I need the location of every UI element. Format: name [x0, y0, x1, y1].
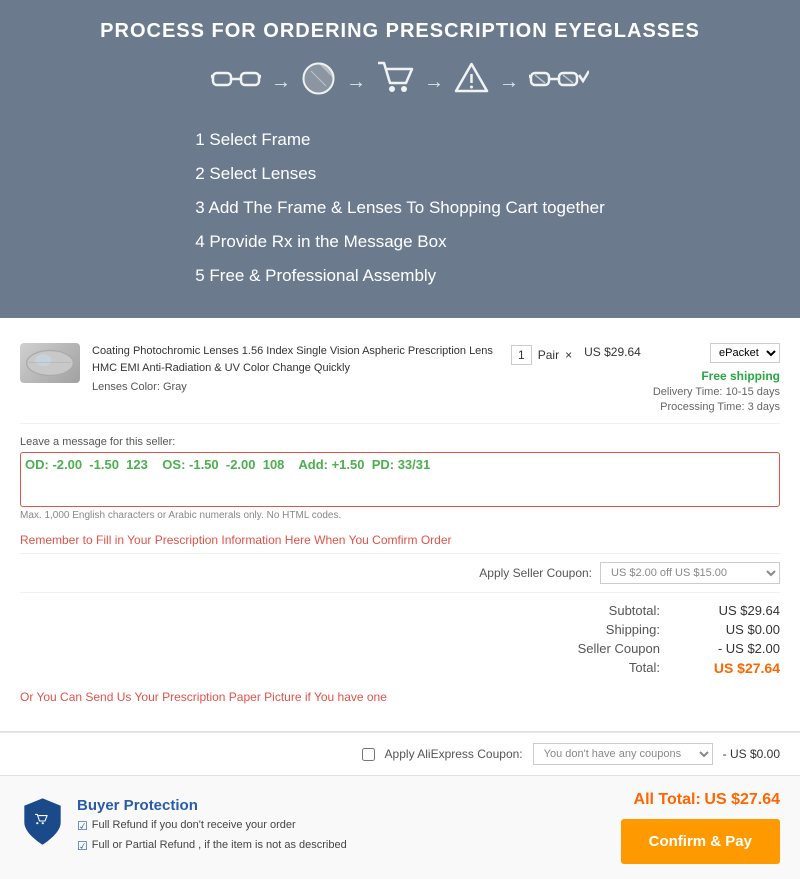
- shipping-value: US $0.00: [700, 622, 780, 637]
- arrow-4: →: [499, 71, 519, 94]
- total-row: Total: US $27.64: [20, 658, 780, 678]
- seller-coupon-label: Seller Coupon: [578, 641, 660, 656]
- coupon-row: Apply Seller Coupon: US $2.00 off US $15…: [20, 553, 780, 592]
- quantity-value: 1: [511, 345, 532, 365]
- ali-coupon-select[interactable]: You don't have any coupons: [533, 743, 713, 765]
- alt-send-text: Or You Can Send Us Your Prescription Pap…: [20, 690, 780, 704]
- warning-reminder: Remember to Fill in Your Prescription In…: [20, 533, 780, 547]
- arrow-2: →: [346, 71, 366, 94]
- free-shipping-label: Free shipping: [653, 369, 780, 383]
- step-3: 3 Add The Frame & Lenses To Shopping Car…: [195, 191, 605, 225]
- product-info: Coating Photochromic Lenses 1.56 Index S…: [92, 343, 499, 396]
- buyer-protection: Buyer Protection ☑ Full Refund if you do…: [20, 797, 347, 858]
- all-total: All Total: US $27.64: [634, 791, 780, 809]
- product-quantity-row: 1 Pair ×: [511, 343, 572, 365]
- step-1: 1 Select Frame: [195, 123, 605, 157]
- seller-coupon-select[interactable]: US $2.00 off US $15.00: [600, 562, 780, 584]
- step-5: 5 Free & Professional Assembly: [195, 259, 605, 293]
- header-banner: PROCESS FOR ORDERING PRESCRIPTION EYEGLA…: [0, 0, 800, 318]
- page-title: PROCESS FOR ORDERING PRESCRIPTION EYEGLA…: [30, 20, 770, 43]
- times-symbol: ×: [565, 348, 572, 362]
- product-image: [20, 343, 80, 383]
- glasses-icon: [211, 65, 261, 100]
- total-and-pay: All Total: US $27.64 Confirm & Pay: [621, 791, 780, 864]
- ali-coupon-row: Apply AliExpress Coupon: You don't have …: [0, 732, 800, 775]
- lens-color: Lenses Color: Gray: [92, 379, 499, 396]
- subtotal-label: Subtotal:: [580, 603, 660, 618]
- ali-coupon-checkbox[interactable]: [362, 748, 375, 761]
- step-4: 4 Provide Rx in the Message Box: [195, 225, 605, 259]
- protection-item-1: ☑ Full Refund if you don't receive your …: [77, 818, 347, 835]
- prescription-textarea[interactable]: OD: -2.00 -1.50 123 OS: -1.50 -2.00 108 …: [25, 457, 775, 497]
- check-icon-1: ☑: [77, 818, 88, 835]
- process-icons: → → → →: [30, 61, 770, 103]
- ali-coupon-discount: - US $0.00: [723, 747, 780, 761]
- product-price: US $29.64: [584, 343, 641, 359]
- message-hint: Max. 1,000 English characters or Arabic …: [20, 510, 780, 521]
- ali-coupon-label: Apply AliExpress Coupon:: [385, 747, 523, 761]
- done-glasses-icon: [529, 65, 589, 100]
- coupon-label: Apply Seller Coupon:: [479, 566, 592, 580]
- message-textarea-wrapper: OD: -2.00 -1.50 123 OS: -1.50 -2.00 108 …: [20, 452, 780, 507]
- message-label: Leave a message for this seller:: [20, 436, 780, 448]
- warning-icon: [454, 61, 489, 103]
- totals-section: Subtotal: US $29.64 Shipping: US $0.00 S…: [20, 592, 780, 686]
- lens-icon: [301, 61, 336, 103]
- subtotal-value: US $29.64: [700, 603, 780, 618]
- product-name: Coating Photochromic Lenses 1.56 Index S…: [92, 343, 499, 376]
- shipping-label: Shipping:: [580, 622, 660, 637]
- protection-text: Buyer Protection ☑ Full Refund if you do…: [77, 797, 347, 858]
- processing-time: Processing Time: 3 days: [653, 401, 780, 413]
- footer-section: Buyer Protection ☑ Full Refund if you do…: [0, 775, 800, 879]
- order-section: Coating Photochromic Lenses 1.56 Index S…: [0, 318, 800, 732]
- confirm-pay-button[interactable]: Confirm & Pay: [621, 819, 780, 864]
- total-value: US $27.64: [700, 660, 780, 676]
- delivery-time: Delivery Time: 10-15 days: [653, 386, 780, 398]
- unit-label: Pair: [538, 348, 559, 362]
- seller-coupon-value: - US $2.00: [700, 641, 780, 656]
- shipping-info: Free shipping Delivery Time: 10-15 days …: [653, 367, 780, 413]
- subtotal-row: Subtotal: US $29.64: [20, 601, 780, 620]
- arrow-1: →: [271, 71, 291, 94]
- steps-list: 1 Select Frame 2 Select Lenses 3 Add The…: [195, 123, 605, 293]
- shield-icon: [20, 797, 65, 847]
- shipping-row: Shipping: US $0.00: [20, 620, 780, 639]
- shipping-method-select[interactable]: ePacket: [710, 343, 780, 363]
- product-row: Coating Photochromic Lenses 1.56 Index S…: [20, 333, 780, 424]
- seller-coupon-row: Seller Coupon - US $2.00: [20, 639, 780, 658]
- step-2: 2 Select Lenses: [195, 157, 605, 191]
- arrow-3: →: [424, 71, 444, 94]
- protection-item-2: ☑ Full or Partial Refund , if the item i…: [77, 838, 347, 855]
- cart-icon: [376, 61, 414, 103]
- check-icon-2: ☑: [77, 838, 88, 855]
- total-label: Total:: [580, 660, 660, 676]
- message-section: Leave a message for this seller: OD: -2.…: [20, 436, 780, 521]
